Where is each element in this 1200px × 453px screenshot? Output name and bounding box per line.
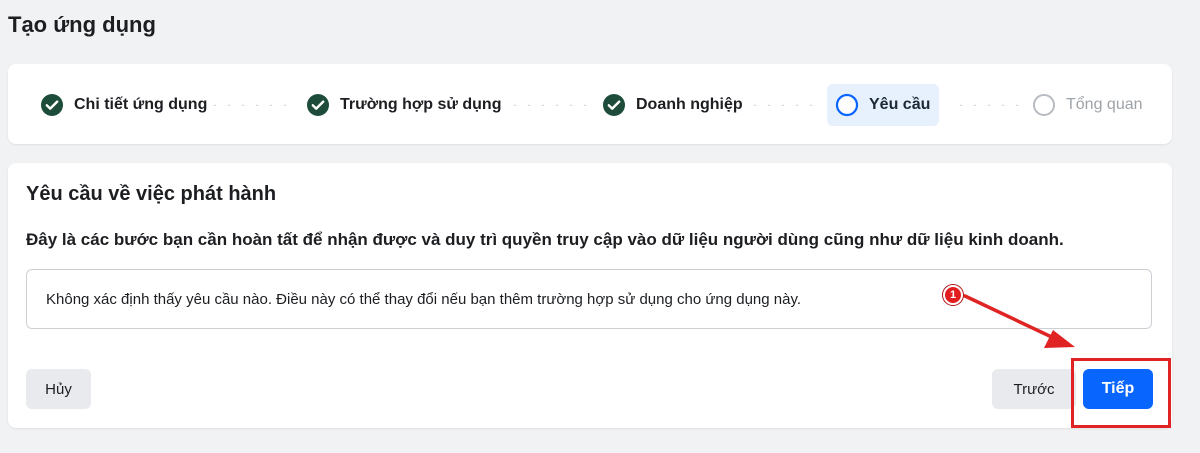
step-connector [748, 104, 818, 106]
section-description: Đây là các bước bạn cần hoàn tất để nhận… [26, 230, 1064, 249]
check-circle-icon [307, 94, 329, 116]
check-circle-icon [603, 94, 625, 116]
requirements-info-box: Không xác định thấy yêu cầu nào. Điều nà… [26, 269, 1152, 329]
page-title: Tạo ứng dụng [8, 12, 156, 37]
check-circle-icon [41, 94, 63, 116]
stepper: Chi tiết ứng dụng Trường hợp sử dụng Doa… [8, 64, 1172, 144]
step-connector [954, 104, 1024, 106]
step-requirements[interactable]: Yêu cầu [827, 84, 939, 126]
annotation-badge: 1 [943, 285, 963, 305]
next-button[interactable]: Tiếp [1083, 369, 1153, 409]
radio-empty-icon [1033, 94, 1055, 116]
step-label: Doanh nghiệp [636, 96, 743, 113]
section-title: Yêu cầu về việc phát hành [26, 183, 277, 205]
previous-button[interactable]: Trước [992, 369, 1076, 409]
step-business[interactable]: Doanh nghiệp [594, 84, 751, 126]
step-overview[interactable]: Tổng quan [1024, 84, 1151, 126]
requirements-card: Yêu cầu về việc phát hành Đây là các bướ… [8, 163, 1172, 428]
step-connector [208, 104, 292, 106]
cancel-button[interactable]: Hủy [26, 369, 91, 409]
step-label: Yêu cầu [869, 96, 931, 113]
step-connector [508, 104, 592, 106]
radio-active-icon [835, 93, 859, 117]
step-label: Chi tiết ứng dụng [74, 96, 208, 113]
step-label: Trường hợp sử dụng [340, 96, 502, 113]
step-app-details[interactable]: Chi tiết ứng dụng [32, 84, 215, 126]
step-label: Tổng quan [1066, 96, 1143, 113]
step-use-case[interactable]: Trường hợp sử dụng [298, 84, 509, 126]
info-text: Không xác định thấy yêu cầu nào. Điều nà… [46, 290, 802, 308]
